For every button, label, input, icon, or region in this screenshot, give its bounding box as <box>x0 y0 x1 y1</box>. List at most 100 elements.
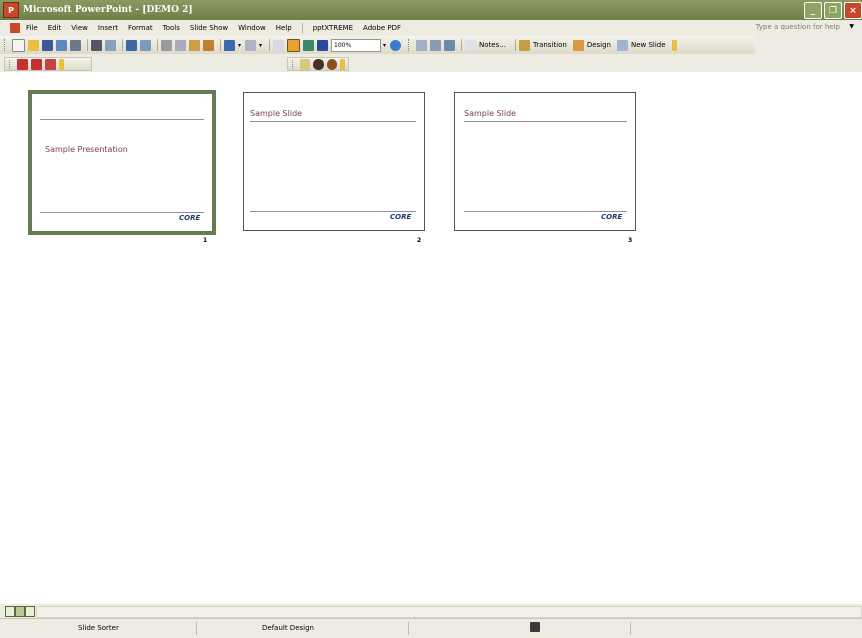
normal-view-icon[interactable] <box>5 606 15 617</box>
spelling-status-icon[interactable] <box>530 622 540 632</box>
toolbar-separator <box>461 39 463 51</box>
powerpoint-app-icon[interactable]: P <box>3 2 19 18</box>
hide-slide-icon[interactable] <box>444 39 456 51</box>
transition-icon[interactable] <box>518 39 530 51</box>
new-icon[interactable] <box>12 38 25 52</box>
title-bar: P Microsoft PowerPoint - [DEMO 2] _ ❐ × <box>0 0 862 20</box>
new-slide-button[interactable]: New Slide <box>631 41 666 49</box>
convert-to-pdf-icon[interactable] <box>17 58 28 70</box>
undo-dropdown-icon[interactable]: ▾ <box>238 42 241 49</box>
help-icon[interactable] <box>390 39 402 51</box>
show-formatting-icon[interactable] <box>303 39 315 51</box>
toolbar-separator <box>269 39 271 51</box>
expand-all-icon[interactable] <box>287 38 301 52</box>
toolbar-grip[interactable] <box>408 39 412 51</box>
toolbar-options-icon[interactable] <box>671 39 677 51</box>
pptxtreme-tool-icon-2[interactable] <box>313 58 324 70</box>
pptxtreme-tool-icon-1[interactable] <box>299 58 311 70</box>
toolbar-empty-area <box>755 36 862 54</box>
spelling-icon[interactable] <box>126 39 137 51</box>
convert-and-review-icon[interactable] <box>45 58 56 70</box>
horizontal-scrollbar[interactable] <box>36 606 862 618</box>
slide-thumbnail-1[interactable]: Sample Presentation CORE <box>28 90 216 235</box>
help-search-input[interactable]: Type a question for help <box>756 23 840 31</box>
menu-slide-show[interactable]: Slide Show <box>190 24 228 32</box>
slide-sorter-icon-1[interactable] <box>416 39 428 51</box>
restore-button[interactable]: ❐ <box>824 2 842 19</box>
menu-tools[interactable]: Tools <box>163 24 180 32</box>
core-logo: CORE <box>390 213 412 221</box>
email-icon[interactable] <box>70 39 81 51</box>
status-separator <box>630 622 631 635</box>
convert-and-email-icon[interactable] <box>31 58 42 70</box>
slide-sorter-view-icon[interactable] <box>15 606 25 617</box>
pptxtreme-toolbar <box>287 57 349 71</box>
slide-thumbnail-2[interactable]: Sample Slide CORE <box>243 92 425 231</box>
slide-sorter-icon-2[interactable] <box>430 39 442 51</box>
toolbar-options-icon[interactable] <box>340 58 346 70</box>
toolbar-grip[interactable] <box>4 39 8 51</box>
help-dropdown-icon[interactable]: ▼ <box>849 23 854 30</box>
slide-subtitle: Sample Presentation <box>45 145 128 154</box>
slide-number-3: 3 <box>628 237 633 244</box>
menu-adobe-pdf[interactable]: Adobe PDF <box>363 24 401 32</box>
slide-thumbnail-3[interactable]: Sample Slide CORE <box>454 92 636 231</box>
design-button[interactable]: Design <box>587 41 611 49</box>
slide-show-view-icon[interactable] <box>25 606 35 617</box>
zoom-dropdown-icon[interactable]: ▾ <box>383 42 386 49</box>
menu-file[interactable]: File <box>26 24 38 32</box>
menu-pptxtreme[interactable]: pptXTREME <box>313 24 353 32</box>
menu-help[interactable]: Help <box>276 24 292 32</box>
paste-icon[interactable] <box>189 39 200 51</box>
design-icon[interactable] <box>572 39 584 51</box>
core-logo: CORE <box>179 214 201 222</box>
redo-dropdown-icon[interactable]: ▾ <box>259 42 262 49</box>
color-grayscale-icon[interactable] <box>317 39 329 51</box>
zoom-input[interactable]: 100% <box>331 38 382 52</box>
cut-icon[interactable] <box>161 39 172 51</box>
save-icon[interactable] <box>42 39 53 51</box>
permission-icon[interactable] <box>56 39 67 51</box>
status-view: Slide Sorter <box>78 624 119 632</box>
toolbar-options-icon[interactable] <box>59 58 64 70</box>
document-icon[interactable] <box>10 23 20 33</box>
format-painter-icon[interactable] <box>203 39 214 51</box>
slide-sorter-canvas[interactable]: Sample Presentation CORE 1 Sample Slide … <box>0 72 862 604</box>
insert-chart-icon[interactable] <box>273 39 285 51</box>
status-bar: Slide Sorter Default Design <box>0 618 862 638</box>
notes-button[interactable]: Notes... <box>479 41 506 49</box>
redo-icon[interactable] <box>245 39 257 51</box>
menu-format[interactable]: Format <box>128 24 153 32</box>
close-button[interactable]: × <box>844 2 862 19</box>
new-slide-icon[interactable] <box>616 39 628 51</box>
notes-icon[interactable] <box>465 39 477 51</box>
copy-icon[interactable] <box>175 39 186 51</box>
toolbar-separator <box>87 39 88 51</box>
view-bar <box>0 604 862 618</box>
menu-view[interactable]: View <box>71 24 88 32</box>
print-icon[interactable] <box>91 39 102 51</box>
slide-footer-line <box>250 211 416 212</box>
secondary-toolbar-row <box>0 54 862 72</box>
slide-title-line <box>250 121 416 122</box>
pdf-toolbar <box>4 57 92 71</box>
transition-button[interactable]: Transition <box>533 41 567 49</box>
toolbar-grip[interactable] <box>292 59 296 69</box>
open-icon[interactable] <box>28 39 39 51</box>
undo-icon[interactable] <box>224 39 235 51</box>
core-logo: CORE <box>601 213 623 221</box>
slide-number-1: 1 <box>203 237 208 244</box>
pptxtreme-tool-icon-3[interactable] <box>326 58 338 70</box>
slide-title: Sample Slide <box>250 109 303 118</box>
menu-window[interactable]: Window <box>238 24 266 32</box>
toolbar-separator <box>514 39 516 51</box>
menu-edit[interactable]: Edit <box>48 24 62 32</box>
toolbar-separator <box>157 39 158 51</box>
research-icon[interactable] <box>140 39 151 51</box>
menu-insert[interactable]: Insert <box>98 24 118 32</box>
status-separator <box>408 622 409 635</box>
status-separator <box>196 622 197 635</box>
toolbar-grip[interactable] <box>9 59 13 69</box>
minimize-button[interactable]: _ <box>804 2 822 19</box>
print-preview-icon[interactable] <box>105 39 116 51</box>
